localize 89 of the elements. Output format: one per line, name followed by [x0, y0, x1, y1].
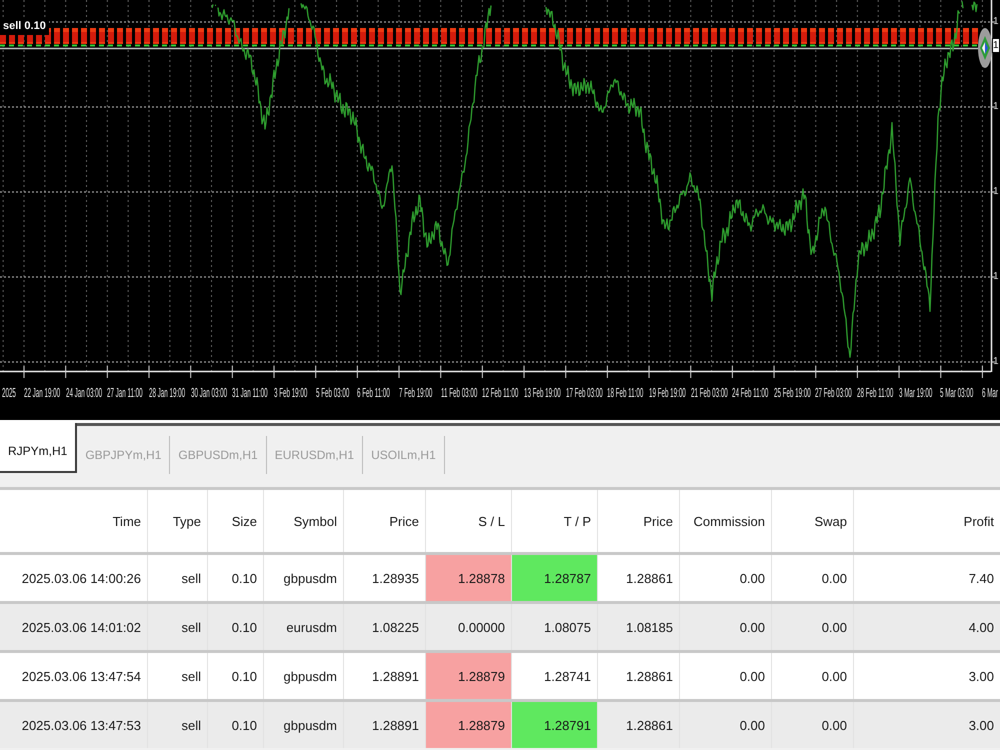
table-cell: 1.28787: [512, 555, 598, 601]
time-label: 28 Jan 19:00: [148, 385, 186, 400]
column-header[interactable]: Time: [0, 490, 148, 552]
table-cell: gbpusdm: [264, 702, 344, 748]
time-label: 24 Jan 03:00: [66, 385, 102, 400]
column-header[interactable]: Swap: [772, 490, 854, 552]
column-header[interactable]: Profit: [854, 490, 1000, 552]
time-label: 6 Feb 11:00: [357, 385, 390, 400]
time-label: 17 Feb 03:00: [566, 385, 602, 400]
table-cell: sell: [148, 653, 208, 699]
table-cell: 0.00: [680, 555, 772, 601]
table-cell: 1.28861: [598, 702, 680, 748]
time-label: 5 Mar 03:00: [940, 385, 974, 400]
chart-tab[interactable]: RJPYm,H1: [0, 423, 78, 473]
table-cell: 1.28891: [344, 653, 426, 699]
table-cell: 1.28861: [598, 653, 680, 699]
column-header[interactable]: Symbol: [264, 490, 344, 552]
time-label: 27 Feb 03:00: [815, 385, 852, 400]
time-label: 5 Feb 03:00: [316, 385, 349, 400]
column-header[interactable]: Size: [208, 490, 264, 552]
table-cell: 1.28878: [426, 555, 512, 601]
time-label: 31 Jan 11:00: [232, 385, 268, 400]
table-cell: 0.00: [772, 555, 854, 601]
table-cell: gbpusdm: [264, 555, 344, 601]
time-label: 6 Mar: [982, 385, 998, 400]
table-cell: sell: [148, 604, 208, 650]
table-cell: 0.00: [680, 653, 772, 699]
table-cell: 1.08075: [512, 604, 598, 650]
table-cell: 0.10: [208, 702, 264, 748]
table-cell: 2025.03.06 14:01:02: [0, 604, 148, 650]
table-cell: 0.10: [208, 604, 264, 650]
price-label: 1: [993, 355, 999, 368]
table-cell: 1.28879: [426, 653, 512, 699]
table-cell: 3.00: [854, 653, 1000, 699]
time-label: 3 Mar 19:00: [898, 385, 932, 400]
table-cell: 2025.03.06 14:00:26: [0, 555, 148, 601]
time-label: 25 Feb 19:00: [774, 385, 811, 400]
time-label: 22 Jan 19:00: [24, 385, 60, 400]
disc-icon: [978, 28, 992, 68]
time-label: 28 Feb 11:00: [857, 385, 894, 400]
time-label: 18 Feb 11:00: [607, 385, 644, 400]
table-cell: gbpusdm: [264, 653, 344, 699]
table-cell: 1.28791: [512, 702, 598, 748]
table-cell: 1.28861: [598, 555, 680, 601]
time-label: 21 Feb 03:00: [690, 385, 728, 400]
table-cell: 4.00: [854, 604, 1000, 650]
column-header[interactable]: S / L: [426, 490, 512, 552]
table-cell: 1.28891: [344, 702, 426, 748]
table-cell: 1.28879: [426, 702, 512, 748]
column-header[interactable]: Price: [598, 490, 680, 552]
column-header[interactable]: Commission: [680, 490, 772, 552]
current-price-label: 1: [992, 38, 1000, 53]
table-cell: 0.00000: [426, 604, 512, 650]
order-tag: sell 0.10: [0, 18, 49, 35]
table-cell: 1.08185: [598, 604, 680, 650]
price-label: 1: [993, 15, 999, 28]
column-header[interactable]: Price: [344, 490, 426, 552]
price-label: 1: [993, 270, 999, 283]
table-cell: 7.40: [854, 555, 1000, 601]
time-label: 27 Jan 11:00: [107, 385, 143, 400]
table-cell: sell: [148, 555, 208, 601]
table-cell: 0.00: [680, 702, 772, 748]
table-cell: 3.00: [854, 702, 1000, 748]
table-cell: 0.00: [772, 604, 854, 650]
table-cell: 0.10: [208, 555, 264, 601]
time-label: 3 Feb 19:00: [274, 385, 308, 400]
time-label: 2025: [2, 385, 16, 400]
table-cell: 2025.03.06 13:47:54: [0, 653, 148, 699]
time-label: 7 Feb 19:00: [398, 385, 432, 400]
table-cell: eurusdm: [264, 604, 344, 650]
table-cell: 1.08225: [344, 604, 426, 650]
price-label: 1: [993, 185, 999, 198]
table-cell: 0.10: [208, 653, 264, 699]
table-cell: 1.28935: [344, 555, 426, 601]
table-cell: 0.00: [772, 653, 854, 699]
time-label: 24 Feb 11:00: [732, 385, 768, 400]
time-label: 19 Feb 19:00: [648, 385, 686, 400]
price-label: 1: [993, 100, 999, 113]
table-cell: 0.00: [772, 702, 854, 748]
column-header[interactable]: Type: [148, 490, 208, 552]
table-cell: 1.28741: [512, 653, 598, 699]
table-cell: sell: [148, 702, 208, 748]
time-label: 30 Jan 03:00: [190, 385, 227, 400]
column-header[interactable]: T / P: [512, 490, 598, 552]
table-cell: 0.00: [680, 604, 772, 650]
time-label: 12 Feb 11:00: [482, 385, 519, 400]
time-label: 11 Feb 03:00: [440, 385, 477, 400]
time-label: 13 Feb 19:00: [524, 385, 561, 400]
table-cell: 2025.03.06 13:47:53: [0, 702, 148, 748]
